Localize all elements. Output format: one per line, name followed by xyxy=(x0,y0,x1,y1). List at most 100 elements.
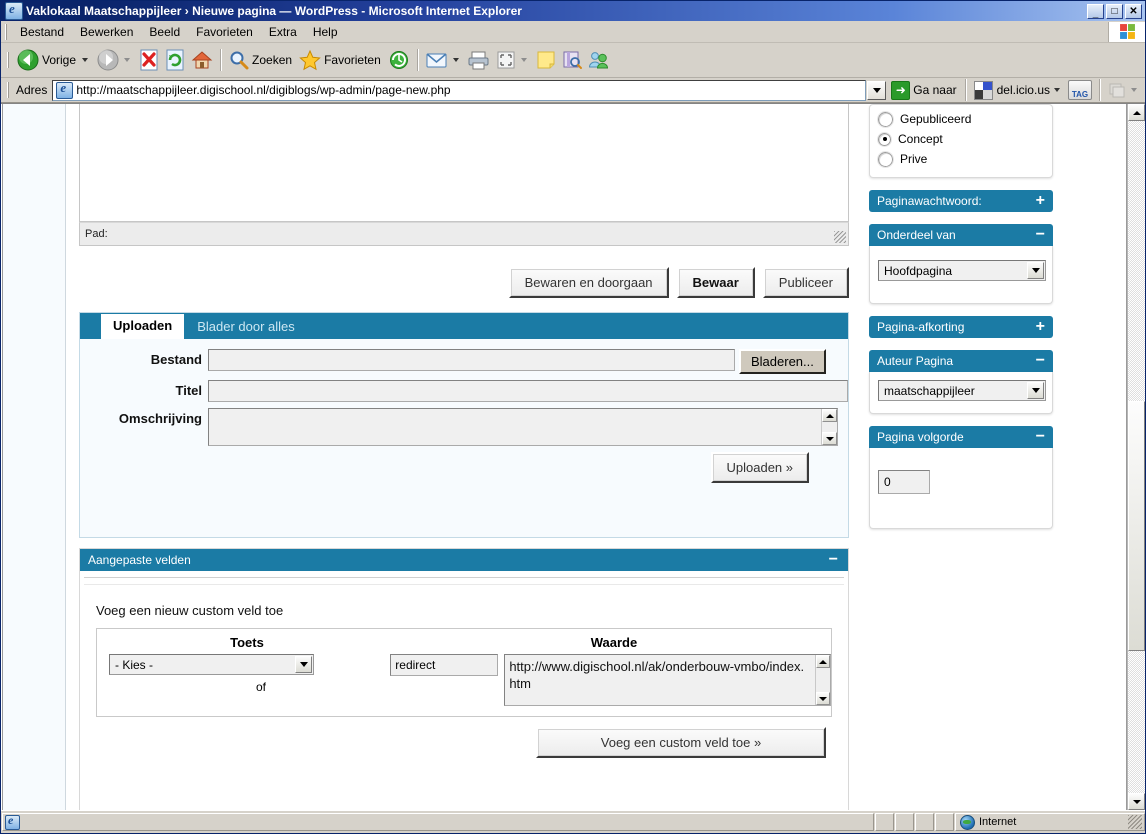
sidebar-box-header[interactable]: Pagina-afkorting + xyxy=(869,316,1053,338)
scroll-down-button[interactable] xyxy=(815,692,830,705)
media-button[interactable] xyxy=(1105,75,1143,105)
file-input[interactable] xyxy=(208,349,735,371)
scrollbar-thumb[interactable] xyxy=(1128,401,1145,651)
menu-item-beeld[interactable]: Beeld xyxy=(141,22,188,42)
scroll-up-button[interactable] xyxy=(815,655,830,668)
toolbar-gripper[interactable] xyxy=(5,52,11,68)
collapse-icon[interactable]: − xyxy=(829,552,838,568)
scrollbar-track[interactable] xyxy=(1128,121,1145,793)
delicious-button[interactable]: del.icio.us TAG xyxy=(971,80,1095,100)
browse-button[interactable]: Bladeren... xyxy=(739,349,826,374)
sidebar-box-header[interactable]: Paginawachtwoord: + xyxy=(869,190,1053,212)
description-textarea[interactable] xyxy=(208,408,838,446)
save-and-continue-button[interactable]: Bewaren en doorgaan xyxy=(508,266,669,298)
security-zone-label: Internet xyxy=(979,816,1017,828)
menu-item-help[interactable]: Help xyxy=(305,22,346,42)
history-button[interactable] xyxy=(385,45,413,75)
value-textarea-text: http://www.digischool.nl/ak/onderbouw-vm… xyxy=(509,659,805,691)
collapse-icon[interactable]: − xyxy=(1036,353,1045,369)
status-option-concept[interactable]: Concept xyxy=(877,129,1044,149)
close-button[interactable]: ✕ xyxy=(1125,3,1142,19)
post-editor-textarea[interactable] xyxy=(79,104,849,222)
security-zone[interactable]: Internet xyxy=(955,813,1145,831)
save-button[interactable]: Bewaar xyxy=(676,266,755,298)
sidebar-box-header[interactable]: Onderdeel van − xyxy=(869,224,1053,246)
favorites-button[interactable]: Favorieten xyxy=(296,45,385,75)
menu-item-bestand[interactable]: Bestand xyxy=(12,22,72,42)
print-button[interactable] xyxy=(465,45,493,75)
chevron-down-icon[interactable] xyxy=(1027,382,1044,399)
key-select[interactable]: - Kies - xyxy=(109,654,314,675)
title-bar: Vaklokaal Maatschappijleer › Nieuwe pagi… xyxy=(1,1,1145,21)
resize-grip[interactable] xyxy=(1128,815,1142,829)
editor-resize-handle[interactable] xyxy=(834,231,846,243)
page-sidebar: Gepubliceerd Concept Prive Paginawachtwo… xyxy=(869,104,1053,541)
address-input[interactable]: http://maatschappijleer.digischool.nl/di… xyxy=(52,79,867,101)
menu-item-bewerken[interactable]: Bewerken xyxy=(72,22,141,42)
back-dropdown-icon[interactable] xyxy=(82,58,89,62)
radio-icon[interactable] xyxy=(877,150,894,168)
chevron-down-icon[interactable] xyxy=(295,656,312,673)
scroll-up-button[interactable] xyxy=(822,409,837,422)
home-button[interactable] xyxy=(188,45,216,75)
mail-button[interactable] xyxy=(423,45,465,75)
note-button[interactable] xyxy=(533,45,559,75)
edit-button[interactable] xyxy=(493,45,533,75)
expand-icon[interactable]: + xyxy=(1036,319,1045,335)
scroll-down-button[interactable] xyxy=(1128,793,1145,810)
scroll-up-button[interactable] xyxy=(1128,104,1145,121)
expand-icon[interactable]: + xyxy=(1036,193,1045,209)
back-icon xyxy=(17,49,39,71)
status-option-gepubliceerd[interactable]: Gepubliceerd xyxy=(877,109,1044,129)
back-button[interactable]: Vorige xyxy=(14,45,94,75)
search-button[interactable]: Zoeken xyxy=(226,45,296,75)
forward-dropdown-icon[interactable] xyxy=(124,58,131,62)
key-text-input[interactable]: redirect xyxy=(390,654,499,676)
delicious-tag-icon[interactable]: TAG xyxy=(1068,80,1092,100)
address-separator-2 xyxy=(1099,79,1101,101)
radio-icon[interactable] xyxy=(877,110,894,128)
editor-path-bar: Pad: xyxy=(79,222,849,246)
upload-submit-button[interactable]: Uploaden » xyxy=(710,452,809,483)
page-scrollbar[interactable] xyxy=(1127,104,1145,810)
minimize-button[interactable]: _ xyxy=(1087,3,1104,19)
custom-fields-table-header: Toets Waarde xyxy=(97,629,831,654)
delicious-dropdown-icon[interactable] xyxy=(1054,88,1060,92)
maximize-button[interactable]: □ xyxy=(1106,3,1123,19)
add-custom-field-button[interactable]: Voeg een custom veld toe » xyxy=(536,727,826,758)
radio-icon-selected[interactable] xyxy=(877,131,892,147)
refresh-button[interactable] xyxy=(162,45,188,75)
page-author-select[interactable]: maatschappijleer xyxy=(878,380,1046,401)
description-scrollbar[interactable] xyxy=(821,409,837,445)
go-button[interactable]: ➜ Ga naar xyxy=(887,80,960,100)
sidebar-box-header[interactable]: Auteur Pagina − xyxy=(869,350,1053,372)
custom-fields-header[interactable]: Aangepaste velden − xyxy=(80,549,848,571)
menu-gripper[interactable] xyxy=(3,23,9,40)
title-input[interactable] xyxy=(208,380,848,402)
chevron-down-icon[interactable] xyxy=(1027,262,1044,279)
stop-button[interactable] xyxy=(136,45,162,75)
parent-page-select[interactable]: Hoofdpagina xyxy=(878,260,1046,281)
scroll-down-button[interactable] xyxy=(822,432,837,445)
messenger-button[interactable] xyxy=(585,45,613,75)
collapse-icon[interactable]: − xyxy=(1036,227,1045,243)
menu-item-favorieten[interactable]: Favorieten xyxy=(188,22,261,42)
media-dropdown-icon[interactable] xyxy=(1131,88,1137,92)
value-scrollbar[interactable] xyxy=(814,655,830,705)
menu-item-extra[interactable]: Extra xyxy=(261,22,305,42)
forward-button[interactable] xyxy=(94,45,136,75)
address-dropdown-button[interactable] xyxy=(867,80,887,100)
value-textarea[interactable]: http://www.digischool.nl/ak/onderbouw-vm… xyxy=(504,654,831,706)
edit-dropdown-icon[interactable] xyxy=(520,58,527,62)
sidebar-box-header[interactable]: Pagina volgorde − xyxy=(869,426,1053,448)
tab-blader-door-alles[interactable]: Blader door alles xyxy=(184,315,308,339)
mail-dropdown-icon[interactable] xyxy=(452,58,459,62)
address-gripper[interactable] xyxy=(5,82,11,98)
page-order-input[interactable]: 0 xyxy=(878,470,930,494)
tab-uploaden[interactable]: Uploaden xyxy=(100,314,185,339)
status-label: Gepubliceerd xyxy=(900,112,972,126)
collapse-icon[interactable]: − xyxy=(1036,429,1045,445)
publish-button[interactable]: Publiceer xyxy=(762,266,849,298)
research-button[interactable] xyxy=(559,45,585,75)
status-option-prive[interactable]: Prive xyxy=(877,149,1044,169)
